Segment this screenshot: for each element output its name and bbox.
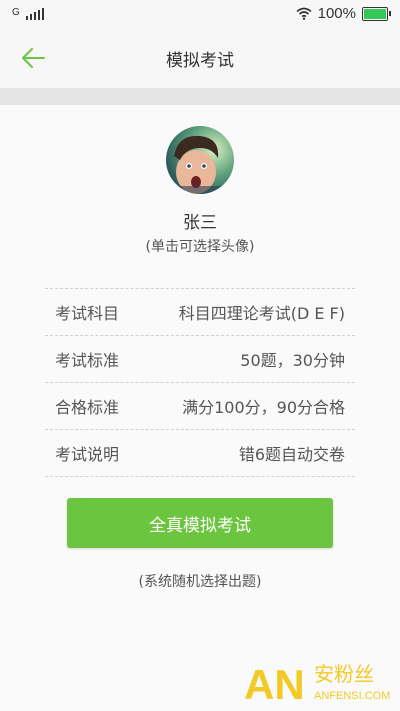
user-name: 张三 [183, 213, 217, 233]
status-left: G [12, 6, 44, 20]
battery-percent: 100% [317, 5, 356, 22]
exam-info-row: 合格标准 满分100分，90分合格 [45, 382, 355, 429]
avatar-hint: (单击可选择头像) [145, 239, 255, 255]
page-title: 模拟考试 [166, 51, 234, 71]
signal-icon [25, 8, 44, 20]
battery-fill [364, 8, 386, 19]
footer-note: (系统随机选择出题) [138, 574, 262, 590]
wifi-icon [296, 7, 312, 20]
exam-info-row: 考试说明 错6题自动交卷 [45, 429, 355, 477]
carrier-label: G [12, 7, 20, 18]
exam-info-row: 考试科目 科目四理论考试(D E F) [45, 288, 355, 335]
info-label: 合格标准 [55, 398, 120, 417]
status-right: 100% [296, 5, 391, 22]
navigation-bar: 模拟考试 [0, 28, 400, 89]
watermark-en: ANFENSI.COM [314, 690, 390, 702]
status-bar: G 100% [0, 0, 400, 28]
main-content: 张三 (单击可选择头像) 考试科目 科目四理论考试(D E F) 考试标准 50… [0, 105, 400, 711]
watermark-cn: 安粉丝 [314, 662, 374, 686]
info-label: 考试标准 [55, 351, 120, 370]
battery-icon [362, 6, 391, 21]
start-mock-exam-button[interactable]: 全真模拟考试 [67, 498, 333, 548]
info-value: 满分100分，90分合格 [182, 398, 345, 417]
watermark-an: AN [244, 661, 305, 705]
exam-info-table: 考试科目 科目四理论考试(D E F) 考试标准 50题，30分钟 合格标准 满… [45, 288, 355, 477]
avatar[interactable] [166, 126, 234, 194]
avatar-image [166, 126, 234, 194]
info-value: 科目四理论考试(D E F) [178, 304, 345, 323]
info-value: 50题，30分钟 [240, 351, 345, 370]
info-value: 错6题自动交卷 [238, 445, 345, 464]
section-divider [0, 89, 400, 105]
info-label: 考试说明 [55, 445, 120, 464]
watermark-logo: AN 安粉丝 ANFENSI.COM [244, 661, 390, 705]
info-label: 考试科目 [55, 304, 120, 323]
exam-info-row: 考试标准 50题，30分钟 [45, 335, 355, 382]
